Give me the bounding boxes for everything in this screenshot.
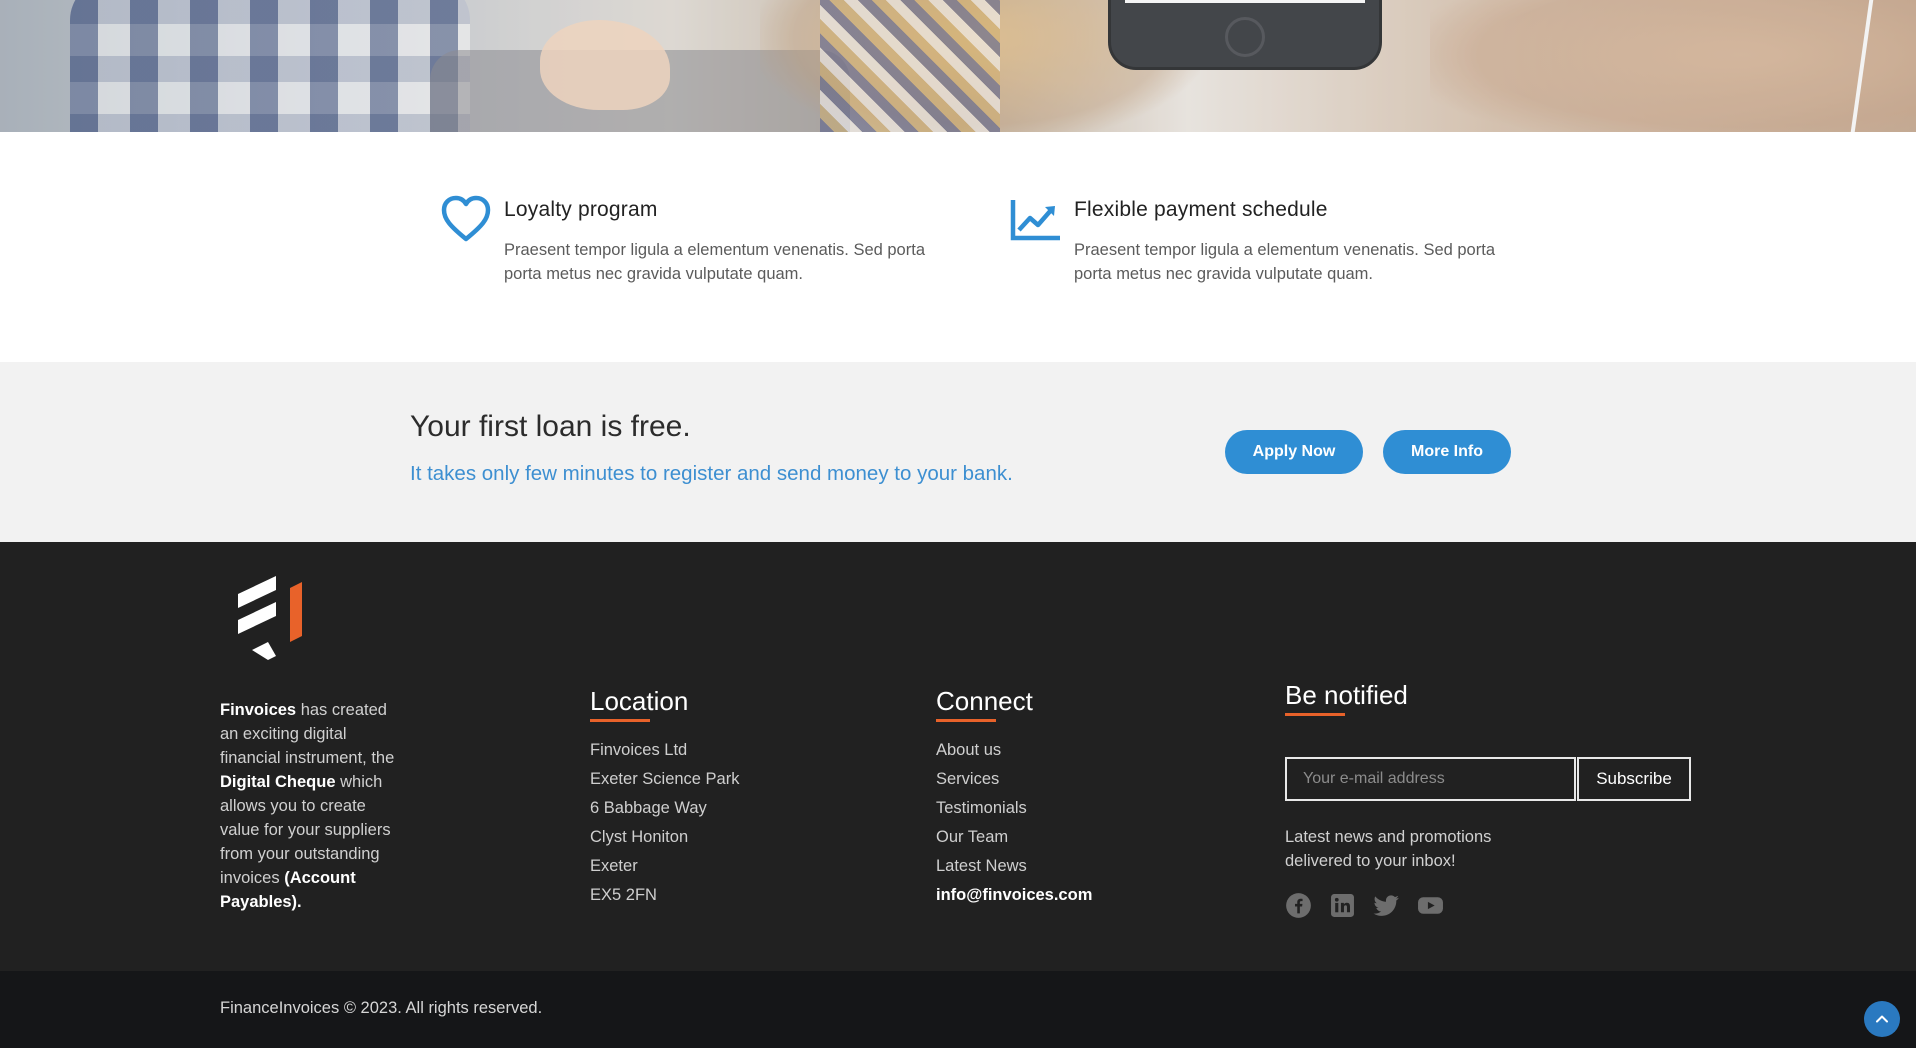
address-line: Exeter Science Park — [590, 770, 740, 788]
subscribe-button[interactable]: Subscribe — [1577, 757, 1691, 801]
feature-title: Loyalty program — [504, 198, 658, 221]
features-section: Loyalty program Praesent tempor ligula a… — [0, 132, 1916, 362]
cta-subtitle: It takes only few minutes to register an… — [410, 462, 1013, 485]
title-underline — [936, 719, 996, 722]
twitter-icon[interactable] — [1373, 892, 1400, 919]
apply-now-button[interactable]: Apply Now — [1225, 430, 1363, 474]
be-notified-title: Be notified — [1285, 680, 1408, 710]
linkedin-icon[interactable] — [1329, 892, 1356, 919]
cta-title: Your first loan is free. — [410, 410, 691, 443]
brand-name: Finvoices — [220, 701, 297, 719]
location-list: Finvoices Ltd Exeter Science Park 6 Babb… — [590, 736, 739, 910]
link-our-team[interactable]: Our Team — [936, 828, 1008, 846]
newsletter-description: Latest news and promotions delivered to … — [1285, 828, 1492, 870]
connect-title: Connect — [936, 686, 1033, 716]
link-testimonials[interactable]: Testimonials — [936, 799, 1027, 817]
link-about-us[interactable]: About us — [936, 741, 1001, 759]
newsletter-email-input[interactable] — [1285, 757, 1576, 801]
feature-text: Praesent tempor ligula a elementum venen… — [504, 241, 925, 283]
title-underline — [1285, 713, 1345, 716]
youtube-icon[interactable] — [1417, 892, 1444, 919]
cta-section: Your first loan is free. It takes only f… — [0, 362, 1916, 542]
feature-title: Flexible payment schedule — [1074, 198, 1328, 221]
more-info-button[interactable]: More Info — [1383, 430, 1511, 474]
link-latest-news[interactable]: Latest News — [936, 857, 1027, 875]
about-text: Finvoices has created an exciting digita… — [220, 701, 395, 911]
address-line: Finvoices Ltd — [590, 741, 688, 759]
connect-list: About us Services Testimonials Our Team … — [936, 736, 1092, 910]
copyright-text: FinanceInvoices © 2023. All rights reser… — [220, 999, 543, 1017]
product-name: Digital Cheque — [220, 773, 336, 791]
feature-text: Praesent tempor ligula a elementum venen… — [1074, 241, 1495, 283]
address-line: Clyst Honiton — [590, 828, 689, 846]
chart-trend-icon — [1010, 200, 1060, 241]
title-underline — [590, 719, 650, 722]
address-line: EX5 2FN — [590, 886, 657, 904]
location-title: Location — [590, 686, 689, 716]
chevron-up-icon — [1876, 1015, 1888, 1023]
hero-image — [0, 0, 1916, 132]
address-line: 6 Babbage Way — [590, 799, 707, 817]
link-services[interactable]: Services — [936, 770, 999, 788]
footer: Finvoices has created an exciting digita… — [0, 542, 1916, 971]
heart-icon — [441, 195, 491, 242]
facebook-icon[interactable] — [1285, 892, 1312, 919]
finvoices-logo[interactable] — [232, 572, 312, 676]
email-link[interactable]: info@finvoices.com — [936, 881, 1092, 910]
bottom-bar: FinanceInvoices © 2023. All rights reser… — [0, 971, 1916, 1048]
social-links — [1285, 892, 1444, 919]
scroll-to-top-button[interactable] — [1864, 1001, 1900, 1037]
address-line: Exeter — [590, 857, 638, 875]
